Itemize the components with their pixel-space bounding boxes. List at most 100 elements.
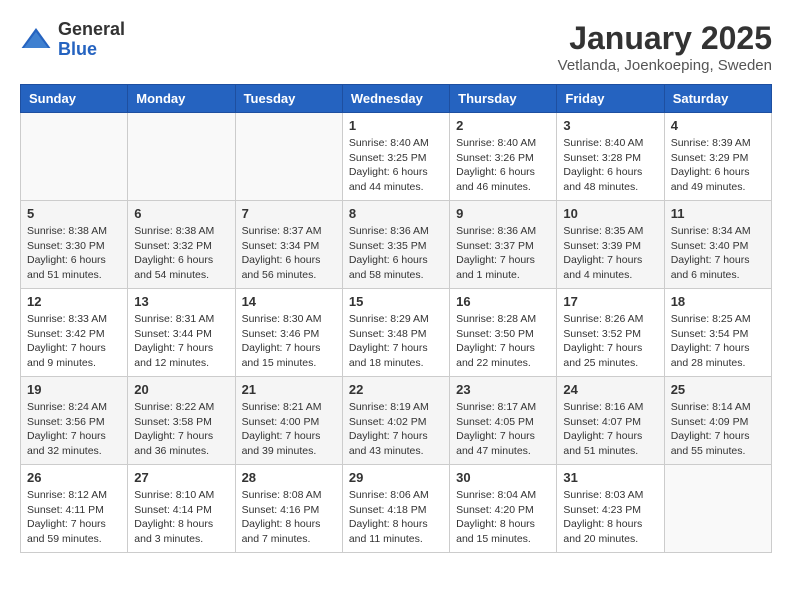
title-block: January 2025 Vetlanda, Joenkoeping, Swed… [558, 20, 772, 74]
day-number: 31 [563, 470, 657, 485]
calendar-week-row: 5 Sunrise: 8:38 AM Sunset: 3:30 PM Daylig… [21, 201, 772, 289]
calendar-cell: 9Sunrise: 8:36 AM Sunset: 3:37 PM Daylig… [450, 201, 557, 289]
calendar-cell: 22Sunrise: 8:19 AM Sunset: 4:02 PM Dayli… [342, 377, 449, 465]
weekday-header-thursday: Thursday [450, 85, 557, 113]
calendar-cell [235, 113, 342, 201]
day-info: Sunrise: 8:14 AM Sunset: 4:09 PM Dayligh… [671, 400, 765, 459]
day-number: 11 [671, 206, 765, 221]
calendar-cell: 31 Sunrise: 8:03 AM Sunset: 4:23 PM Dayli… [557, 465, 664, 553]
weekday-header-monday: Monday [128, 85, 235, 113]
weekday-header-saturday: Saturday [664, 85, 771, 113]
logo: General Blue [20, 20, 125, 60]
day-number: 29 [349, 470, 443, 485]
logo-icon [20, 24, 52, 56]
calendar-cell: 12 Sunrise: 8:33 AM Sunset: 3:42 PM Dayli… [21, 289, 128, 377]
calendar-week-row: 1 Sunrise: 8:40 AM Sunset: 3:25 PM Daylig… [21, 113, 772, 201]
day-info: Sunrise: 8:40 AM Sunset: 3:26 PM Dayligh… [456, 136, 550, 195]
day-number: 14 [242, 294, 336, 309]
calendar-cell: 14Sunrise: 8:30 AM Sunset: 3:46 PM Dayli… [235, 289, 342, 377]
day-info: Sunrise: 8:33 AM Sunset: 3:42 PM Dayligh… [27, 312, 121, 371]
day-info: Sunrise: 8:31 AM Sunset: 3:44 PM Dayligh… [134, 312, 228, 371]
calendar-cell: 23Sunrise: 8:17 AM Sunset: 4:05 PM Dayli… [450, 377, 557, 465]
calendar-week-row: 19 Sunrise: 8:24 AM Sunset: 3:56 PM Dayli… [21, 377, 772, 465]
day-info: Sunrise: 8:36 AM Sunset: 3:35 PM Dayligh… [349, 224, 443, 283]
calendar-cell: 17 Sunrise: 8:26 AM Sunset: 3:52 PM Dayli… [557, 289, 664, 377]
day-info: Sunrise: 8:28 AM Sunset: 3:50 PM Dayligh… [456, 312, 550, 371]
calendar-cell: 19 Sunrise: 8:24 AM Sunset: 3:56 PM Dayli… [21, 377, 128, 465]
day-info: Sunrise: 8:16 AM Sunset: 4:07 PM Dayligh… [563, 400, 657, 459]
weekday-header-sunday: Sunday [21, 85, 128, 113]
calendar-cell [21, 113, 128, 201]
day-info: Sunrise: 8:39 AM Sunset: 3:29 PM Dayligh… [671, 136, 765, 195]
calendar-cell: 13 Sunrise: 8:31 AM Sunset: 3:44 PM Dayli… [128, 289, 235, 377]
day-number: 27 [134, 470, 228, 485]
calendar-cell: 20 Sunrise: 8:22 AM Sunset: 3:58 PM Dayli… [128, 377, 235, 465]
day-info: Sunrise: 8:19 AM Sunset: 4:02 PM Dayligh… [349, 400, 443, 459]
calendar-cell: 15Sunrise: 8:29 AM Sunset: 3:48 PM Dayli… [342, 289, 449, 377]
day-number: 1 [349, 118, 443, 133]
day-info: Sunrise: 8:06 AM Sunset: 4:18 PM Dayligh… [349, 488, 443, 547]
day-number: 17 [563, 294, 657, 309]
day-number: 26 [27, 470, 121, 485]
day-info: Sunrise: 8:21 AM Sunset: 4:00 PM Dayligh… [242, 400, 336, 459]
calendar-cell: 8 Sunrise: 8:36 AM Sunset: 3:35 PM Daylig… [342, 201, 449, 289]
day-info: Sunrise: 8:34 AM Sunset: 3:40 PM Dayligh… [671, 224, 765, 283]
weekday-header-friday: Friday [557, 85, 664, 113]
day-number: 10 [563, 206, 657, 221]
day-number: 28 [242, 470, 336, 485]
day-info: Sunrise: 8:40 AM Sunset: 3:25 PM Dayligh… [349, 136, 443, 195]
day-number: 16 [456, 294, 550, 309]
location-title: Vetlanda, Joenkoeping, Sweden [558, 57, 772, 74]
day-number: 24 [563, 382, 657, 397]
day-number: 12 [27, 294, 121, 309]
calendar-cell: 2Sunrise: 8:40 AM Sunset: 3:26 PM Daylig… [450, 113, 557, 201]
calendar-week-row: 12 Sunrise: 8:33 AM Sunset: 3:42 PM Dayli… [21, 289, 772, 377]
calendar-cell: 1 Sunrise: 8:40 AM Sunset: 3:25 PM Daylig… [342, 113, 449, 201]
day-number: 8 [349, 206, 443, 221]
calendar-cell: 3 Sunrise: 8:40 AM Sunset: 3:28 PM Daylig… [557, 113, 664, 201]
day-number: 3 [563, 118, 657, 133]
logo-general-text: General [58, 20, 125, 40]
day-info: Sunrise: 8:36 AM Sunset: 3:37 PM Dayligh… [456, 224, 550, 283]
day-info: Sunrise: 8:04 AM Sunset: 4:20 PM Dayligh… [456, 488, 550, 547]
calendar-cell [128, 113, 235, 201]
day-info: Sunrise: 8:08 AM Sunset: 4:16 PM Dayligh… [242, 488, 336, 547]
day-info: Sunrise: 8:12 AM Sunset: 4:11 PM Dayligh… [27, 488, 121, 547]
weekday-header-row: SundayMondayTuesdayWednesdayThursdayFrid… [21, 85, 772, 113]
day-info: Sunrise: 8:26 AM Sunset: 3:52 PM Dayligh… [563, 312, 657, 371]
day-info: Sunrise: 8:24 AM Sunset: 3:56 PM Dayligh… [27, 400, 121, 459]
calendar-cell: 30 Sunrise: 8:04 AM Sunset: 4:20 PM Dayli… [450, 465, 557, 553]
day-number: 20 [134, 382, 228, 397]
day-number: 21 [242, 382, 336, 397]
day-number: 18 [671, 294, 765, 309]
day-number: 7 [242, 206, 336, 221]
calendar-cell: 28 Sunrise: 8:08 AM Sunset: 4:16 PM Dayli… [235, 465, 342, 553]
calendar-cell: 26 Sunrise: 8:12 AM Sunset: 4:11 PM Dayli… [21, 465, 128, 553]
day-info: Sunrise: 8:37 AM Sunset: 3:34 PM Dayligh… [242, 224, 336, 283]
day-number: 19 [27, 382, 121, 397]
day-info: Sunrise: 8:17 AM Sunset: 4:05 PM Dayligh… [456, 400, 550, 459]
day-info: Sunrise: 8:29 AM Sunset: 3:48 PM Dayligh… [349, 312, 443, 371]
day-number: 30 [456, 470, 550, 485]
day-info: Sunrise: 8:38 AM Sunset: 3:30 PM Dayligh… [27, 224, 121, 283]
calendar-cell: 25 Sunrise: 8:14 AM Sunset: 4:09 PM Dayli… [664, 377, 771, 465]
weekday-header-tuesday: Tuesday [235, 85, 342, 113]
day-number: 13 [134, 294, 228, 309]
calendar-cell: 24 Sunrise: 8:16 AM Sunset: 4:07 PM Dayli… [557, 377, 664, 465]
page-header: General Blue January 2025 Vetlanda, Joen… [20, 20, 772, 74]
day-info: Sunrise: 8:40 AM Sunset: 3:28 PM Dayligh… [563, 136, 657, 195]
calendar-table: SundayMondayTuesdayWednesdayThursdayFrid… [20, 84, 772, 553]
calendar-cell: 11 Sunrise: 8:34 AM Sunset: 3:40 PM Dayli… [664, 201, 771, 289]
calendar-cell: 18 Sunrise: 8:25 AM Sunset: 3:54 PM Dayli… [664, 289, 771, 377]
day-info: Sunrise: 8:03 AM Sunset: 4:23 PM Dayligh… [563, 488, 657, 547]
day-info: Sunrise: 8:22 AM Sunset: 3:58 PM Dayligh… [134, 400, 228, 459]
day-number: 5 [27, 206, 121, 221]
calendar-week-row: 26 Sunrise: 8:12 AM Sunset: 4:11 PM Dayli… [21, 465, 772, 553]
day-number: 25 [671, 382, 765, 397]
day-info: Sunrise: 8:35 AM Sunset: 3:39 PM Dayligh… [563, 224, 657, 283]
month-title: January 2025 [558, 20, 772, 57]
day-info: Sunrise: 8:10 AM Sunset: 4:14 PM Dayligh… [134, 488, 228, 547]
day-number: 4 [671, 118, 765, 133]
day-info: Sunrise: 8:25 AM Sunset: 3:54 PM Dayligh… [671, 312, 765, 371]
calendar-cell: 27 Sunrise: 8:10 AM Sunset: 4:14 PM Dayli… [128, 465, 235, 553]
